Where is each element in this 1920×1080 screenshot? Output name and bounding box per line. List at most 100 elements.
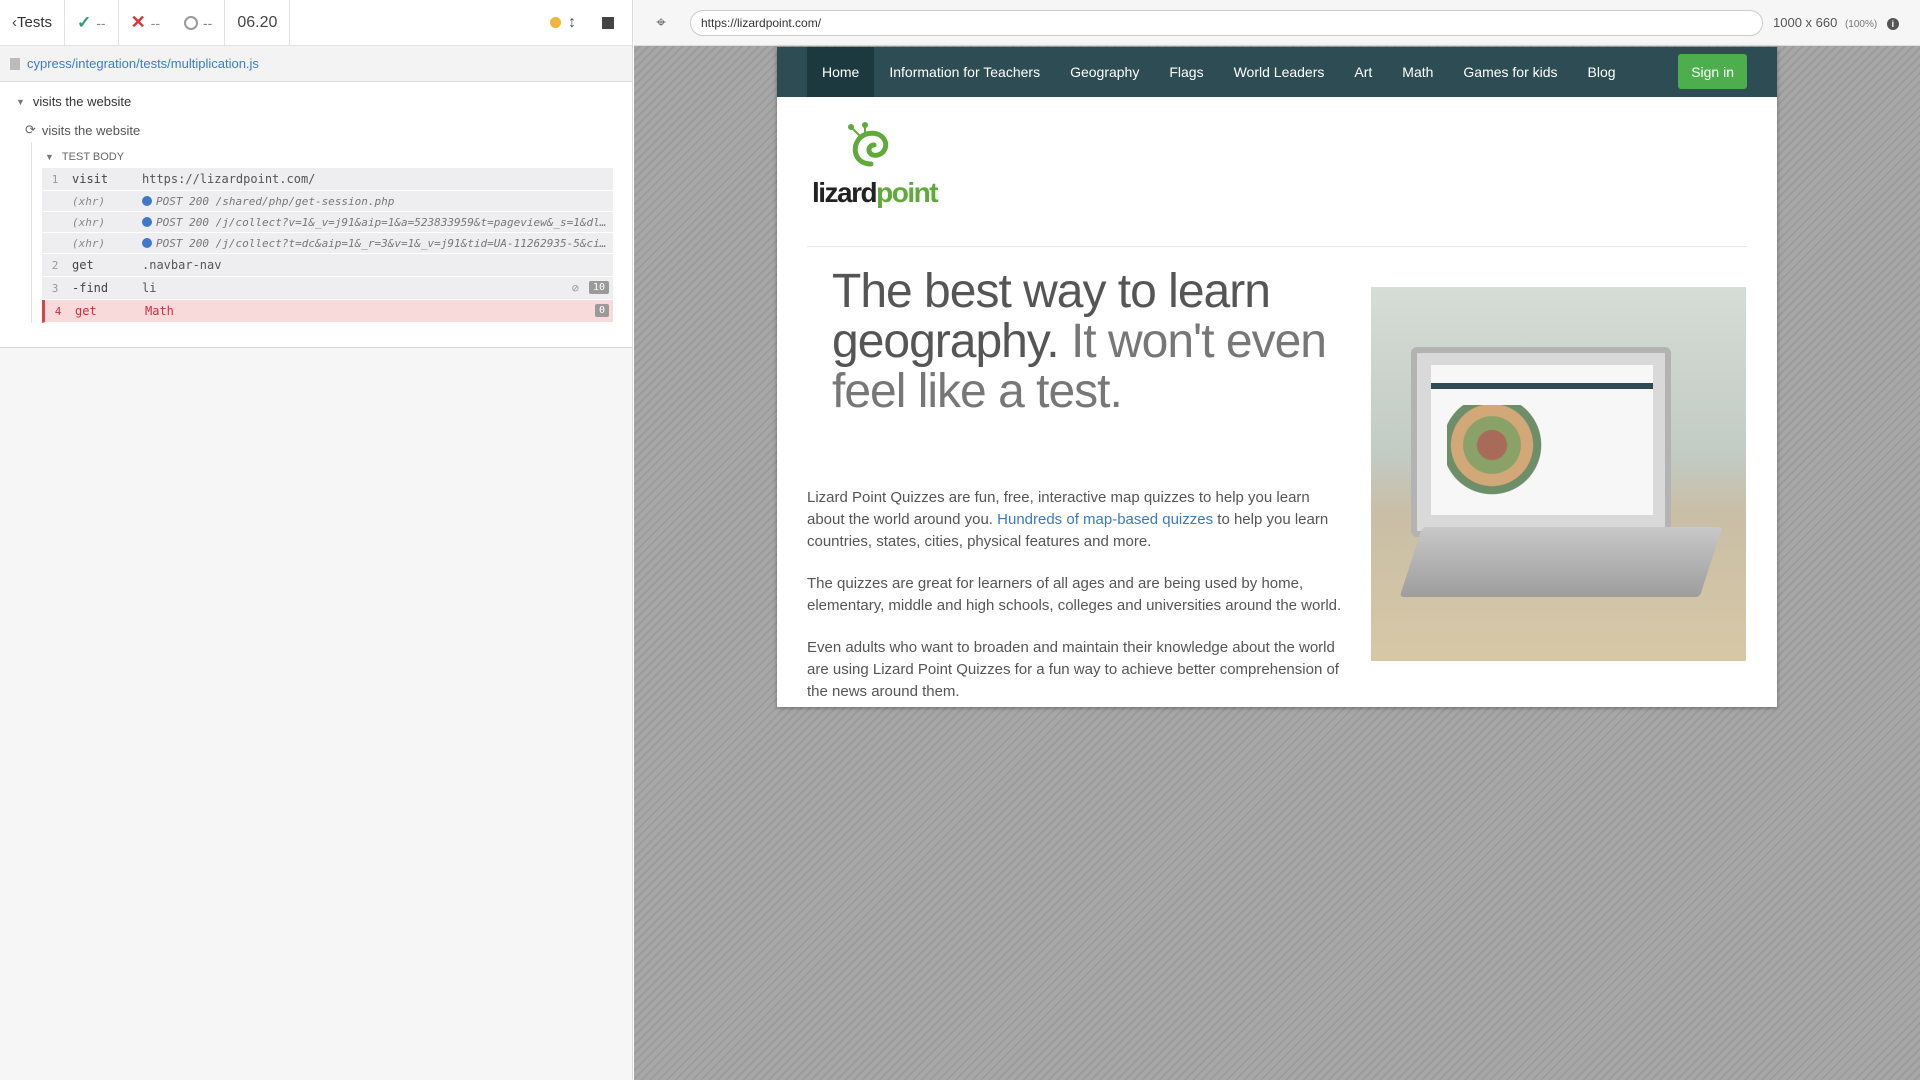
command-name: visit — [72, 172, 109, 186]
logo-text-green: point — [876, 177, 938, 208]
laptop-keyboard — [1399, 527, 1723, 597]
pending-circle-icon — [184, 15, 199, 30]
stop-button[interactable] — [586, 0, 632, 46]
app-under-test-area: ⌖ https://lizardpoint.com/ 1000 x 660 (1… — [634, 0, 1920, 1080]
command-number: 2 — [51, 258, 59, 272]
xhr-dot-icon — [142, 238, 152, 248]
tests-label: Tests — [17, 14, 53, 31]
viewport-info: 1000 x 660 (100%) i — [1773, 15, 1899, 30]
url-text: https://lizardpoint.com/ — [701, 15, 822, 30]
nav-item-art[interactable]: Art — [1339, 47, 1387, 97]
command-number: 1 — [51, 172, 59, 186]
africa-map-image — [1447, 405, 1547, 505]
quizzes-link[interactable]: Hundreds of map-based quizzes — [997, 511, 1213, 528]
cross-icon: ✕ — [130, 12, 146, 32]
file-icon — [10, 57, 20, 70]
passed-count: -- — [96, 14, 106, 31]
nav-item-world-leaders[interactable]: World Leaders — [1219, 47, 1340, 97]
logo-wordmark[interactable]: lizardpoint — [812, 177, 939, 209]
failed-stat: ✕ -- — [119, 0, 172, 46]
command-row[interactable]: 1 visit https://lizardpoint.com/ — [42, 168, 613, 191]
laptop-hero-image — [1371, 287, 1746, 661]
command-message: Math — [145, 304, 174, 318]
reporter-header: ‹ Tests ✓ -- ✕ -- -- 06.20 ↕ — [0, 0, 632, 46]
command-name: (xhr) — [72, 236, 106, 250]
command-row[interactable]: 2 get .navbar-nav — [42, 254, 613, 277]
spec-path-link[interactable]: cypress/integration/tests/multiplication… — [27, 56, 259, 71]
runnable-list: ▼ visits the website ⟳ visits the websit… — [0, 82, 632, 348]
command-row[interactable]: 3 -find li ⊘ 10 — [42, 277, 613, 300]
adults-paragraph: Even adults who want to broaden and main… — [807, 639, 1339, 700]
failed-count: -- — [150, 14, 161, 31]
command-name: (xhr) — [72, 194, 106, 208]
command-message: https://lizardpoint.com/ — [142, 172, 316, 186]
aut-header: ⌖ https://lizardpoint.com/ 1000 x 660 (1… — [634, 0, 1920, 46]
nav-item-geography[interactable]: Geography — [1055, 47, 1154, 97]
pending-count: -- — [203, 14, 213, 31]
caret-down-icon: ▼ — [16, 96, 25, 107]
url-bar: https://lizardpoint.com/ — [690, 9, 1763, 36]
command-message: li — [142, 281, 157, 295]
command-number: 4 — [54, 304, 62, 318]
test-body-header[interactable]: ▼ TEST BODY — [42, 146, 613, 168]
nav-item-flags[interactable]: Flags — [1154, 47, 1218, 97]
info-icon[interactable]: i — [1886, 18, 1899, 30]
command-name: get — [75, 304, 97, 318]
command-row[interactable]: (xhr) POST 200 /j/collect?t=dc&aip=1&_r=… — [42, 233, 613, 254]
tests-back-button[interactable]: ‹ Tests — [0, 0, 66, 46]
site-iframe: Home Information for Teachers Geography … — [777, 47, 1777, 707]
suite-title-text: visits the website — [32, 94, 132, 109]
test-body-label: TEST BODY — [61, 151, 125, 163]
command-row[interactable]: (xhr) POST 200 /shared/php/get-session.p… — [42, 191, 613, 212]
command-message: POST 200 /j/collect?v=1&_v=j91&aip=1&a=5… — [156, 215, 613, 229]
sign-in-button[interactable]: Sign in — [1678, 54, 1747, 89]
test-title-text: visits the website — [41, 122, 141, 138]
command-number: 3 — [51, 281, 59, 295]
command-message: .navbar-nav — [142, 258, 222, 272]
lizard-logo-icon[interactable] — [841, 119, 901, 169]
learners-paragraph: The quizzes are great for learners of al… — [807, 575, 1342, 614]
command-name: (xhr) — [72, 215, 106, 229]
xhr-dot-icon — [142, 196, 152, 206]
nav-item-home[interactable]: Home — [807, 47, 875, 97]
site-navbar: Home Information for Teachers Geography … — [777, 47, 1777, 97]
auto-scroll-icon[interactable]: ↕ — [568, 14, 576, 32]
nav-item-math[interactable]: Math — [1387, 47, 1448, 97]
refresh-icon: ⟳ — [25, 122, 36, 137]
screen-navbar — [1431, 383, 1653, 389]
running-dot-icon — [550, 17, 561, 28]
viewport-zoom: (100%) — [1844, 19, 1878, 30]
element-count-badge: 10 — [588, 281, 609, 294]
command-name: get — [72, 258, 94, 272]
test-title[interactable]: ⟳ visits the website — [25, 122, 140, 138]
status-indicator: ↕ — [538, 0, 586, 46]
command-name: -find — [72, 281, 109, 295]
intro-paragraph: Lizard Point Quizzes are fun, free, inte… — [807, 487, 1347, 553]
passed-stat: ✓ -- — [65, 0, 119, 46]
laptop-screen — [1411, 347, 1671, 537]
command-row-failed[interactable]: 4 get Math 0 — [42, 300, 613, 323]
suite-title[interactable]: ▼ visits the website — [16, 94, 131, 109]
logo-text-dark: lizard — [812, 177, 878, 208]
spec-path-bar: cypress/integration/tests/multiplication… — [0, 46, 632, 82]
command-row[interactable]: (xhr) POST 200 /j/collect?v=1&_v=j91&aip… — [42, 212, 613, 233]
hero-headline: The best way to learn geography. It won'… — [832, 267, 1352, 417]
check-icon: ✓ — [77, 12, 92, 32]
xhr-dot-icon — [142, 217, 152, 227]
command-message: POST 200 /shared/php/get-session.php — [156, 194, 395, 208]
nav-item-teachers[interactable]: Information for Teachers — [874, 47, 1055, 97]
screen-content — [1431, 365, 1653, 515]
logo-area: lizardpoint — [807, 97, 1747, 247]
eye-slash-icon: ⊘ — [571, 281, 579, 295]
reporter-panel: ‹ Tests ✓ -- ✕ -- -- 06.20 ↕ cypress/int… — [0, 0, 633, 1080]
duration: 06.20 — [225, 0, 291, 46]
selector-playground-icon[interactable]: ⌖ — [644, 13, 678, 33]
nav-item-games[interactable]: Games for kids — [1448, 47, 1572, 97]
caret-down-icon: ▼ — [45, 152, 54, 162]
nav-item-blog[interactable]: Blog — [1573, 47, 1631, 97]
element-count-badge: 0 — [594, 304, 609, 317]
test-body: ▼ TEST BODY 1 visit https://lizardpoint.… — [31, 142, 613, 323]
viewport-size: 1000 x 660 — [1773, 15, 1838, 30]
stop-icon — [602, 16, 614, 29]
pending-stat: -- — [172, 0, 226, 46]
